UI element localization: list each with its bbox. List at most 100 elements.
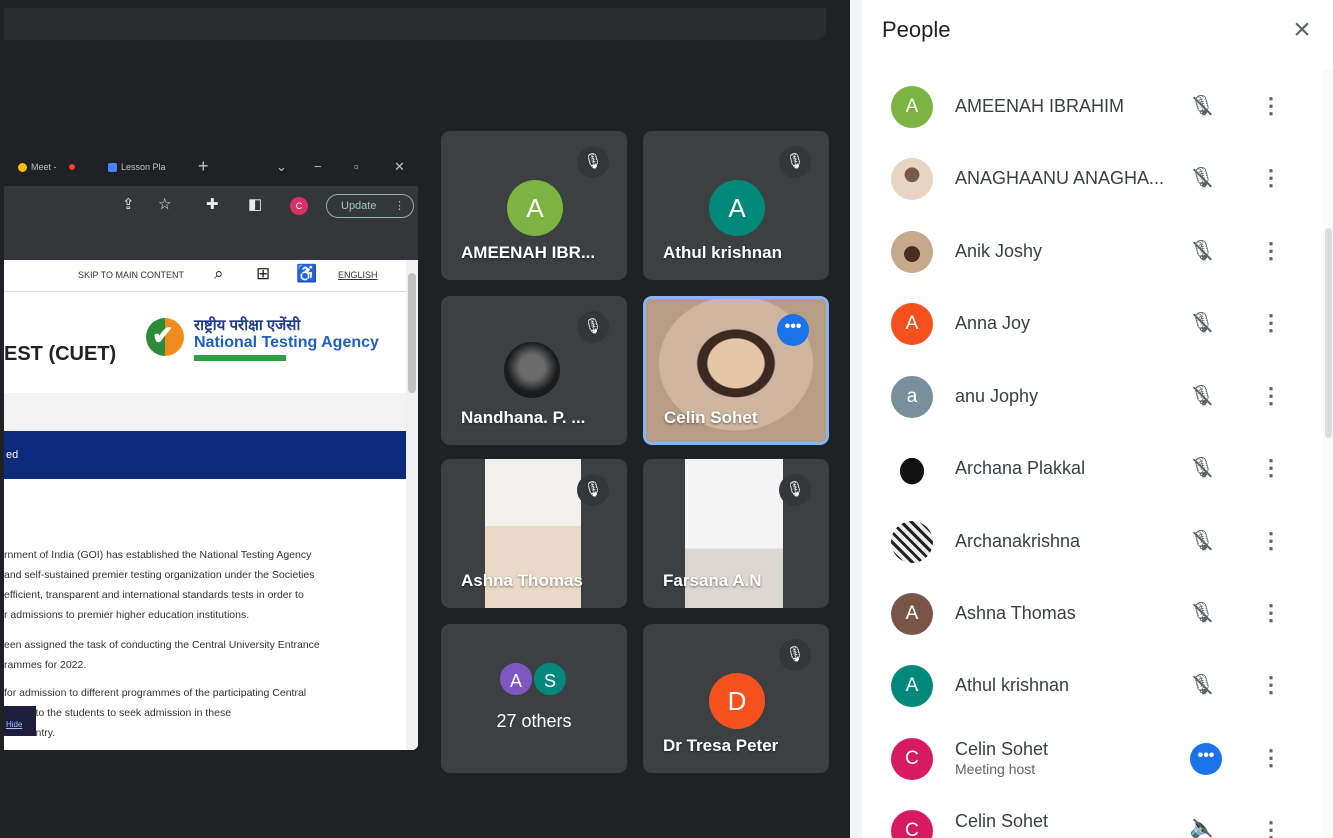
mic-off-icon[interactable]: 🎙 xyxy=(1188,310,1216,335)
update-button[interactable]: Update ⋮ xyxy=(326,194,414,218)
participant-row[interactable]: ANAGHAANU ANAGHA... 🎙 ⋮ xyxy=(862,143,1317,215)
avatar: A xyxy=(709,180,765,236)
browser-tab-meet[interactable]: Meet - xyxy=(18,162,75,172)
star-icon[interactable]: ☆ xyxy=(158,196,171,214)
participant-name: ANAGHAANU ANAGHA... xyxy=(955,168,1165,188)
mic-off-icon: 🎙 xyxy=(577,474,609,506)
participant-name: anu Jophy xyxy=(955,386,1039,406)
share-icon[interactable]: ⇪ xyxy=(122,196,135,214)
more-options-icon[interactable]: ⋮ xyxy=(1256,671,1286,699)
participant-row[interactable]: A Athul krishnan 🎙 ⋮ xyxy=(862,650,1317,722)
mic-off-icon: 🎙 xyxy=(577,311,609,343)
participant-row[interactable]: A Anna Joy 🎙 ⋮ xyxy=(862,288,1317,360)
minimize-icon[interactable]: − xyxy=(314,159,322,174)
mic-off-icon[interactable]: 🎙 xyxy=(1188,238,1216,263)
more-options-icon[interactable]: ⋮ xyxy=(1256,309,1286,337)
avatar: A xyxy=(498,661,534,697)
mic-off-icon[interactable]: 🎙 xyxy=(1188,383,1216,408)
speaking-indicator-icon: ••• xyxy=(1190,743,1222,775)
participant-tile[interactable]: 🎙 A Athul krishnan xyxy=(643,131,829,280)
mic-off-icon: 🎙 xyxy=(779,146,811,178)
others-count-label: 27 others xyxy=(496,711,572,731)
site-header: EST (CUET) राष्ट्रीय परीक्षा एजेंसी Nati… xyxy=(4,293,406,393)
more-options-icon[interactable]: ⋮ xyxy=(1256,527,1286,555)
more-options-icon[interactable]: ⋮ xyxy=(1256,382,1286,410)
accessibility-icon[interactable]: ♿ xyxy=(296,264,317,284)
profile-avatar[interactable]: C xyxy=(290,197,308,215)
avatar: C xyxy=(891,738,933,780)
participant-tile-speaking[interactable]: ••• Celin Sohet xyxy=(643,296,829,445)
avatar: C xyxy=(891,810,933,838)
mic-off-icon[interactable]: 🎙 xyxy=(1188,528,1216,553)
mic-off-icon: 🎙 xyxy=(779,639,811,671)
extensions-icon[interactable]: ✚ xyxy=(206,196,219,214)
list-scrollbar[interactable] xyxy=(1323,70,1333,838)
site-body: rnment of India (GOI) has established th… xyxy=(4,479,406,750)
participant-name: Ashna Thomas xyxy=(955,603,1076,623)
browser-tab-label: Meet - xyxy=(31,162,57,172)
hide-button[interactable]: Hide xyxy=(4,706,36,736)
more-options-icon[interactable]: ⋮ xyxy=(1256,454,1286,482)
close-icon[interactable]: × xyxy=(1282,10,1322,50)
participant-name: Anik Joshy xyxy=(955,241,1043,261)
more-options-icon[interactable]: ••• xyxy=(777,314,809,346)
panel-title: People xyxy=(882,17,951,42)
mic-off-icon[interactable]: 🎙 xyxy=(1188,93,1216,118)
participant-tile[interactable]: 🎙 A AMEENAH IBR... xyxy=(441,131,627,280)
meeting-stage: Meet - Lesson Pla + ⌄ − ▫ ✕ ⇪ ☆ ✚ ◧ C Up… xyxy=(0,0,850,838)
kebab-icon: ⋮ xyxy=(394,200,405,212)
search-icon[interactable]: ⌕ xyxy=(214,264,224,284)
participant-row[interactable]: Archana Plakkal 🎙 ⋮ xyxy=(862,433,1317,505)
chevron-down-icon[interactable]: ⌄ xyxy=(276,159,287,175)
avatar xyxy=(891,158,933,200)
list-scrollbar-thumb[interactable] xyxy=(1325,228,1332,438)
skip-to-main-link[interactable]: SKIP TO MAIN CONTENT xyxy=(78,270,184,280)
audio-off-icon[interactable]: 🔈 xyxy=(1188,815,1216,838)
participant-role: Meeting host xyxy=(955,761,1036,777)
more-options-icon[interactable]: ⋮ xyxy=(1256,164,1286,192)
avatar: A xyxy=(507,180,563,236)
nta-logo-icon xyxy=(146,318,184,356)
more-options-icon[interactable]: ⋮ xyxy=(1256,599,1286,627)
participant-tile[interactable]: 🎙 D Dr Tresa Peter xyxy=(643,624,829,773)
more-options-icon[interactable]: ⋮ xyxy=(1256,744,1286,772)
participant-row[interactable]: Anik Joshy 🎙 ⋮ xyxy=(862,216,1317,288)
banner-text: ed xyxy=(6,449,19,461)
participant-tile[interactable]: 🎙 Nandhana. P. ... xyxy=(441,296,627,445)
side-panel-icon[interactable]: ◧ xyxy=(248,196,262,214)
maximize-icon[interactable]: ▫ xyxy=(354,159,359,174)
participant-tile[interactable]: 🎙 Farsana A.N xyxy=(643,459,829,608)
participant-name: Athul krishnan xyxy=(955,675,1070,695)
english-link[interactable]: ENGLISH xyxy=(338,270,378,280)
sitemap-icon[interactable]: ⊞ xyxy=(256,264,270,284)
participant-row-presentation[interactable]: C Celin Sohet 🔈 ⋮ xyxy=(862,795,1317,838)
paragraph: een assigned the task of conducting the … xyxy=(4,639,320,671)
more-options-icon[interactable]: ⋮ xyxy=(1256,237,1286,265)
mic-off-icon[interactable]: 🎙 xyxy=(1188,600,1216,625)
avatar: A xyxy=(891,303,933,345)
browser-tab-lesson[interactable]: Lesson Pla xyxy=(108,162,166,172)
shared-screen: Meet - Lesson Pla + ⌄ − ▫ ✕ ⇪ ☆ ✚ ◧ C Up… xyxy=(4,153,418,750)
participant-row[interactable]: A AMEENAH IBRAHIM 🎙 ⋮ xyxy=(862,71,1317,143)
others-tile[interactable]: A S 27 others xyxy=(441,624,627,773)
more-options-icon[interactable]: ⋮ xyxy=(1256,816,1286,838)
participant-row[interactable]: Archanakrishna 🎙 ⋮ xyxy=(862,506,1317,578)
more-options-icon[interactable]: ⋮ xyxy=(1256,92,1286,120)
meet-favicon-icon xyxy=(18,162,27,172)
avatar: S xyxy=(532,661,568,697)
plus-icon[interactable]: + xyxy=(198,156,209,177)
participant-row[interactable]: A Ashna Thomas 🎙 ⋮ xyxy=(862,578,1317,650)
mic-off-icon[interactable]: 🎙 xyxy=(1188,455,1216,480)
close-window-icon[interactable]: ✕ xyxy=(394,159,405,175)
participant-name: Athul krishnan xyxy=(663,243,783,262)
participant-row-host[interactable]: C Celin Sohet Meeting host ••• ⋮ xyxy=(862,723,1317,795)
participant-row[interactable]: a anu Jophy 🎙 ⋮ xyxy=(862,361,1317,433)
browser-tab-strip: Meet - Lesson Pla + ⌄ − ▫ ✕ xyxy=(4,153,418,186)
browser-tab-label: Lesson Pla xyxy=(121,162,166,172)
participant-tile[interactable]: 🎙 Ashna Thomas xyxy=(441,459,627,608)
mic-off-icon[interactable]: 🎙 xyxy=(1188,165,1216,190)
mic-off-icon[interactable]: 🎙 xyxy=(1188,672,1216,697)
participant-name: Ashna Thomas xyxy=(461,571,583,590)
participant-name: Nandhana. P. ... xyxy=(461,408,586,427)
page-scrollbar-thumb[interactable] xyxy=(408,273,416,393)
